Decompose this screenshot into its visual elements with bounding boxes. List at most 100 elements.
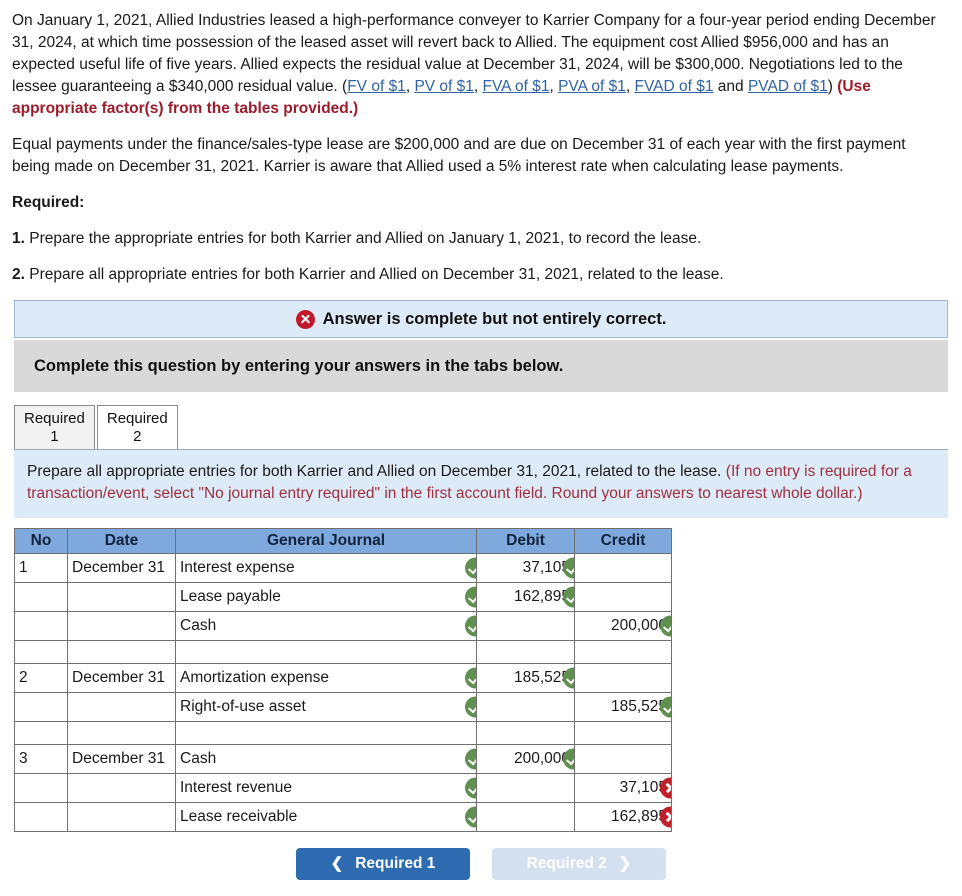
cell-credit[interactable] xyxy=(574,662,672,693)
column-header-date: Date xyxy=(67,527,176,554)
cell-date[interactable] xyxy=(67,581,176,612)
cell-debit[interactable]: 185,525 xyxy=(476,662,575,693)
problem-paragraph-1: On January 1, 2021, Allied Industries le… xyxy=(12,10,946,120)
required-item-1: 1. Prepare the appropriate entries for b… xyxy=(12,228,946,250)
cell-debit[interactable] xyxy=(476,772,575,803)
cell-credit[interactable]: 162,895 xyxy=(574,801,672,832)
correct-check-icon xyxy=(465,615,476,637)
column-header-debit: Debit xyxy=(476,527,575,554)
instruction-main: Prepare all appropriate entries for both… xyxy=(27,463,726,480)
cell-credit[interactable] xyxy=(574,743,672,774)
journal-spacer-cell xyxy=(574,720,672,745)
journal-header-row: No Date General Journal Debit Credit xyxy=(14,527,672,554)
cell-entry-number xyxy=(14,691,68,722)
status-banner-text: Answer is complete but not entirely corr… xyxy=(322,309,667,328)
cell-account-name[interactable]: Lease receivable xyxy=(175,801,477,832)
cell-debit[interactable] xyxy=(476,610,575,641)
cell-entry-number xyxy=(14,772,68,803)
cell-debit[interactable] xyxy=(476,691,575,722)
journal-body: 1 December 31 Interest expense 37,105 Lease … xyxy=(14,552,672,832)
cell-date[interactable] xyxy=(67,691,176,722)
link-sep-and: and xyxy=(713,78,748,95)
cell-date[interactable]: December 31 xyxy=(67,662,176,693)
cell-entry-number xyxy=(14,801,68,832)
cell-date[interactable] xyxy=(67,772,176,803)
required-1-nav-label: Required 1 xyxy=(355,854,436,872)
cell-credit[interactable]: 200,000 xyxy=(574,610,672,641)
tab-required-1[interactable]: Required 1 xyxy=(14,405,95,449)
problem-statement: On January 1, 2021, Allied Industries le… xyxy=(0,0,962,286)
problem-paragraph-1-tail: ) xyxy=(827,78,838,95)
required-item-2-number: 2. xyxy=(12,266,25,283)
cell-entry-number: 3 xyxy=(14,743,68,774)
required-heading: Required: xyxy=(12,194,85,211)
journal-spacer-cell xyxy=(175,720,477,745)
link-pv-of-1[interactable]: PV of $1 xyxy=(414,78,473,95)
correct-check-icon xyxy=(465,777,476,799)
required-item-2-text: Prepare all appropriate entries for both… xyxy=(24,266,724,283)
cell-account-name[interactable]: Cash xyxy=(175,743,477,774)
correct-check-icon xyxy=(563,667,574,689)
table-row: Cash 200,000 xyxy=(14,610,672,641)
cell-date[interactable]: December 31 xyxy=(67,552,176,583)
cell-credit[interactable] xyxy=(574,581,672,612)
cell-credit[interactable]: 185,525 xyxy=(574,691,672,722)
journal-spacer-cell xyxy=(175,639,477,664)
required-2-nav-button[interactable]: Required 2 ❯ xyxy=(492,847,666,880)
incorrect-x-icon xyxy=(660,806,671,828)
cell-credit[interactable] xyxy=(574,552,672,583)
tab-required-2[interactable]: Required 2 xyxy=(96,405,178,449)
cell-debit[interactable]: 200,000 xyxy=(476,743,575,774)
cell-account-name[interactable]: Lease payable xyxy=(175,581,477,612)
cell-account-name[interactable]: Interest expense xyxy=(175,552,477,583)
status-banner: Answer is complete but not entirely corr… xyxy=(14,300,948,338)
cell-date[interactable]: December 31 xyxy=(67,743,176,774)
required-item-2: 2. Prepare all appropriate entries for b… xyxy=(12,264,946,286)
cell-account-name[interactable]: Amortization expense xyxy=(175,662,477,693)
journal-spacer-cell xyxy=(476,720,575,745)
journal-spacer-cell xyxy=(476,639,575,664)
correct-check-icon xyxy=(465,667,476,689)
cell-account-name[interactable]: Interest revenue xyxy=(175,772,477,803)
link-fv-of-1[interactable]: FV of $1 xyxy=(347,78,406,95)
complete-question-bar: Complete this question by entering your … xyxy=(14,340,948,392)
link-sep: , xyxy=(625,78,635,95)
link-sep: , xyxy=(549,78,559,95)
cell-entry-number xyxy=(14,581,68,612)
correct-check-icon xyxy=(563,557,574,579)
chevron-left-icon: ❮ xyxy=(330,855,344,873)
table-row: 1 December 31 Interest expense 37,105 xyxy=(14,552,672,583)
correct-check-icon xyxy=(465,748,476,770)
link-sep: , xyxy=(473,78,483,95)
link-pvad-of-1[interactable]: PVAD of $1 xyxy=(748,78,828,95)
table-row: Lease payable 162,895 xyxy=(14,581,672,612)
cell-date[interactable] xyxy=(67,801,176,832)
cell-debit[interactable]: 162,895 xyxy=(476,581,575,612)
link-pva-of-1[interactable]: PVA of $1 xyxy=(558,78,626,95)
cell-account-name[interactable]: Right-of-use asset xyxy=(175,691,477,722)
table-row: 2 December 31 Amortization expense 185,525 xyxy=(14,662,672,693)
problem-paragraph-2: Equal payments under the finance/sales-t… xyxy=(12,136,906,175)
instruction-box: Prepare all appropriate entries for both… xyxy=(14,450,948,518)
cell-credit[interactable]: 37,105 xyxy=(574,772,672,803)
table-row: Lease receivable 162,895 xyxy=(14,801,672,832)
incorrect-x-icon xyxy=(660,777,671,799)
table-row: Right-of-use asset 185,525 xyxy=(14,691,672,722)
column-header-credit: Credit xyxy=(574,527,672,554)
link-fvad-of-1[interactable]: FVAD of $1 xyxy=(635,78,714,95)
journal-spacer-cell xyxy=(67,639,176,664)
cell-debit[interactable]: 37,105 xyxy=(476,552,575,583)
cell-entry-number xyxy=(14,610,68,641)
correct-check-icon xyxy=(660,615,671,637)
required-item-1-number: 1. xyxy=(12,230,25,247)
required-item-1-text: Prepare the appropriate entries for both… xyxy=(24,230,702,247)
correct-check-icon xyxy=(563,748,574,770)
cell-debit[interactable] xyxy=(476,801,575,832)
correct-check-icon xyxy=(465,696,476,718)
journal-spacer-cell xyxy=(67,720,176,745)
cell-account-name[interactable]: Cash xyxy=(175,610,477,641)
journal-spacer-cell xyxy=(574,639,672,664)
cell-date[interactable] xyxy=(67,610,176,641)
required-1-nav-button[interactable]: ❮ Required 1 xyxy=(296,847,470,880)
link-fva-of-1[interactable]: FVA of $1 xyxy=(483,78,550,95)
